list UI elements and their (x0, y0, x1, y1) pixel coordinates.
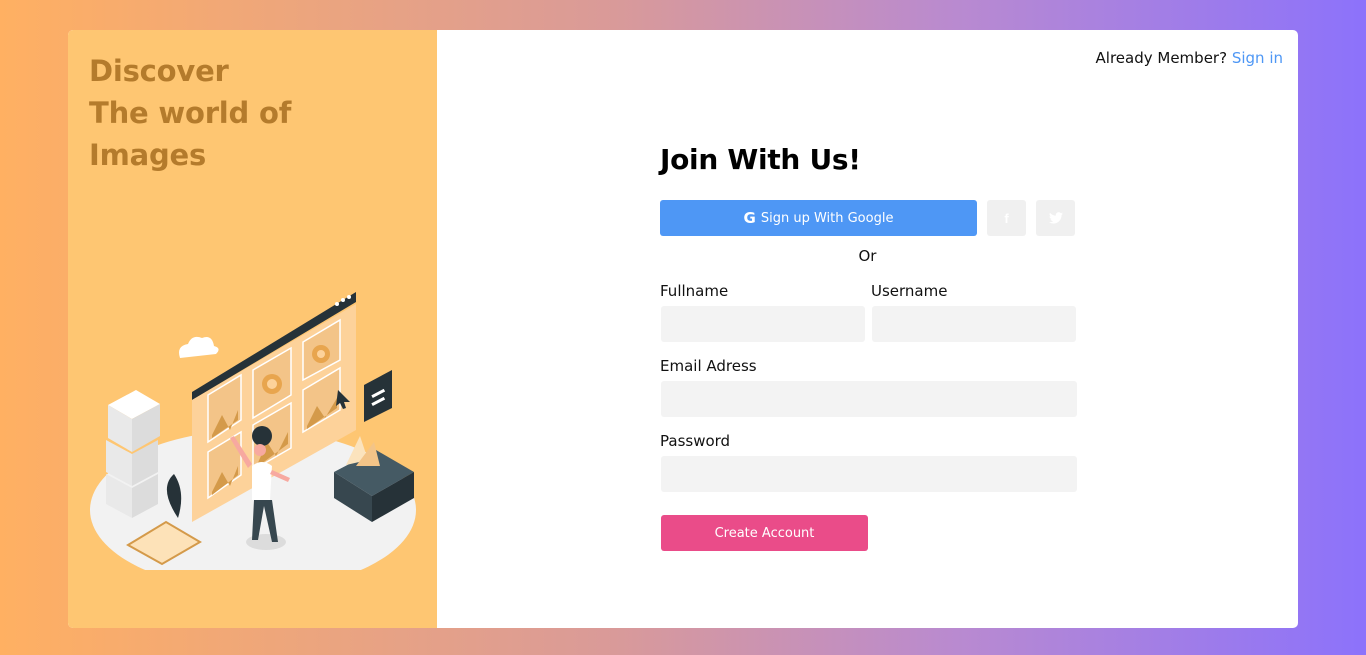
password-group: Password (660, 431, 1080, 492)
hero-panel: Discover The world of Images (68, 30, 437, 628)
password-input[interactable] (661, 456, 1077, 492)
form-panel: Already Member? Sign in Join With Us! G … (437, 30, 1298, 628)
fullname-label: Fullname (660, 282, 729, 300)
facebook-button[interactable]: f (987, 200, 1026, 236)
google-signup-button[interactable]: G Sign up With Google (660, 200, 977, 236)
google-icon: G (743, 209, 756, 227)
or-divider: Or (858, 247, 877, 265)
social-signup-row: G Sign up With Google f (660, 200, 1080, 236)
fullname-group: Fullname (660, 281, 865, 342)
twitter-icon (1048, 212, 1063, 224)
username-group: Username (871, 281, 1076, 342)
google-signup-label: Sign up With Google (760, 210, 894, 226)
username-input[interactable] (872, 306, 1076, 342)
username-label: Username (871, 282, 948, 300)
hero-line-1: Discover (89, 54, 229, 88)
signup-form: Join With Us! G Sign up With Google f Or (660, 140, 1080, 551)
gallery-illustration (90, 292, 416, 570)
email-input[interactable] (661, 381, 1077, 417)
facebook-icon: f (1004, 210, 1009, 226)
hero-line-2: The world of (89, 96, 292, 130)
name-row: Fullname Username (660, 281, 1080, 342)
signin-link[interactable]: Sign in (1232, 49, 1283, 67)
email-label: Email Adress (660, 357, 757, 375)
email-group: Email Adress (660, 356, 1080, 417)
signin-prompt: Already Member? Sign in (1096, 49, 1283, 67)
hero-title: Discover The world of Images (89, 50, 291, 176)
password-label: Password (660, 432, 731, 450)
form-title: Join With Us! (660, 143, 861, 176)
member-text: Already Member? (1095, 49, 1228, 67)
signup-card: Discover The world of Images Already Mem… (68, 30, 1298, 628)
create-account-button[interactable]: Create Account (661, 515, 868, 551)
twitter-button[interactable] (1036, 200, 1075, 236)
fullname-input[interactable] (661, 306, 865, 342)
hero-line-3: Images (89, 138, 207, 172)
